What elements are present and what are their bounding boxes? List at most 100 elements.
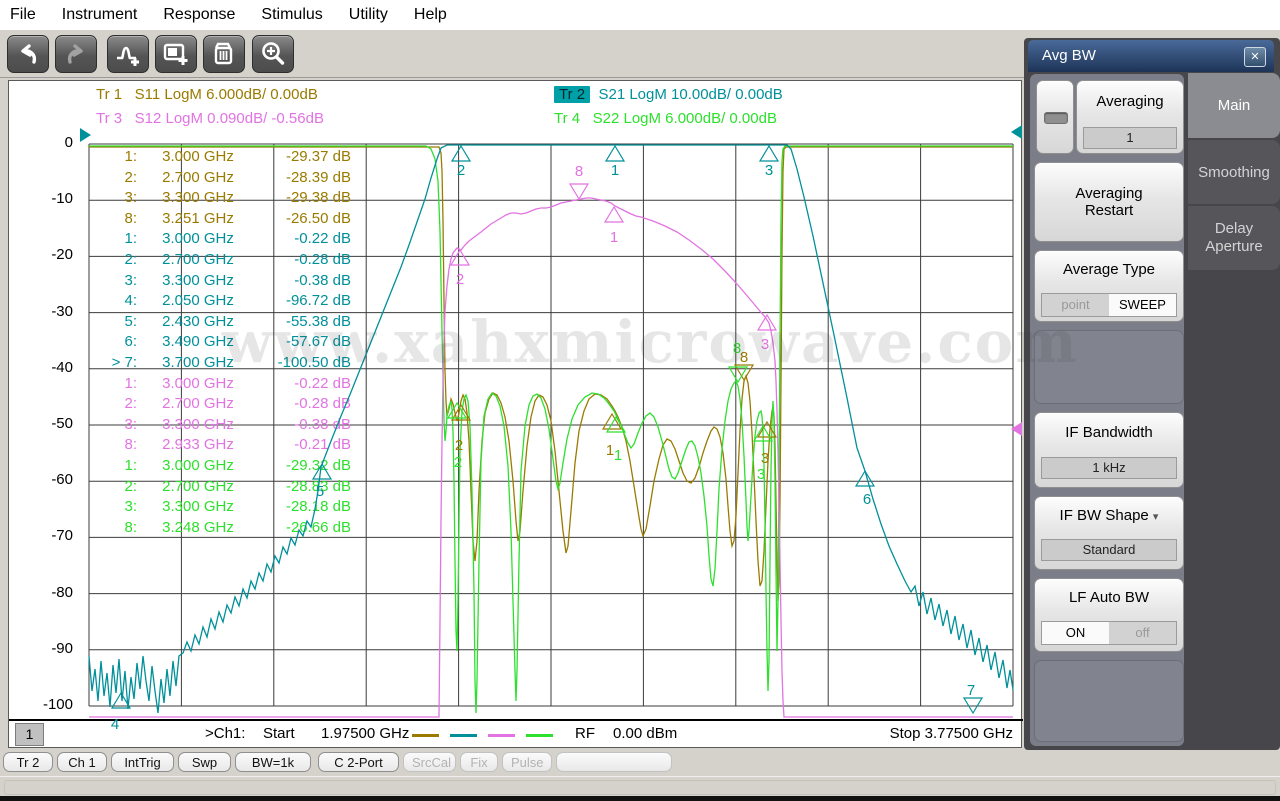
if-bw-shape-label: IF BW Shape	[1059, 507, 1149, 524]
bottom-edge	[0, 796, 1280, 801]
status-srccal[interactable]: SrcCal	[403, 752, 456, 772]
y-tick: -10	[51, 190, 73, 207]
average-type-label: Average Type	[1062, 261, 1155, 278]
tab-main[interactable]: Main	[1188, 73, 1280, 138]
stop-value[interactable]: Stop 3.77500 GHz	[890, 725, 1013, 742]
status-swp[interactable]: Swp	[178, 752, 231, 772]
status-pulse[interactable]: Pulse	[502, 752, 552, 772]
trace3-label: Tr 3	[96, 110, 123, 127]
status-empty	[556, 752, 672, 772]
status-bw[interactable]: BW=1k	[235, 752, 311, 772]
zoom-button[interactable]	[252, 35, 294, 73]
marker-row: 3: 3.300 GHz -0.38 dB	[124, 272, 351, 289]
start-label[interactable]: Start	[263, 725, 295, 742]
marker-row: 8: 2.933 GHz -0.21 dB	[124, 436, 351, 453]
delete-button[interactable]	[203, 35, 245, 73]
y-tick: 0	[64, 134, 73, 151]
disabled-slot	[1034, 330, 1184, 404]
status-inttrig[interactable]: IntTrig	[111, 752, 174, 772]
marker-row: 2: 2.700 GHz -0.28 dB	[124, 251, 351, 268]
undo-button[interactable]	[7, 35, 49, 73]
disabled-slot	[1034, 660, 1184, 742]
marker-row: 3: 3.300 GHz -29.38 dB	[124, 189, 351, 206]
lf-auto-bw-off[interactable]: off	[1109, 622, 1176, 644]
marker-row: 5: 2.430 GHz -55.38 dB	[124, 313, 351, 330]
add-channel-button[interactable]	[155, 35, 197, 73]
channel-status-row: 1 >Ch1: Start 1.97500 GHz RF 0.00 dBm St…	[9, 722, 1021, 748]
status-ch1[interactable]: Ch 1	[57, 752, 107, 772]
averaging-restart-label: Averaging Restart	[1075, 185, 1143, 219]
y-tick: -90	[51, 640, 73, 657]
marker-row: 4: 2.050 GHz -96.72 dB	[124, 292, 351, 309]
lf-auto-bw-segment[interactable]: ON off	[1041, 621, 1177, 645]
marker-row: 1: 3.000 GHz -29.37 dB	[124, 148, 351, 165]
marker-row: 8: 3.251 GHz -26.50 dB	[124, 210, 351, 227]
marker-row: 1: 3.000 GHz -0.22 dB	[124, 375, 351, 392]
status-bar: Tr 2 Ch 1 IntTrig Swp BW=1k C 2-Port Src…	[0, 750, 1280, 776]
trace1-label: Tr 1	[96, 86, 123, 103]
tab-smoothing[interactable]: Smoothing	[1188, 140, 1280, 204]
average-type-segment[interactable]: point SWEEP	[1041, 293, 1177, 317]
trace1-header[interactable]: Tr 1 S11 LogM 6.000dB/ 0.00dB	[96, 86, 318, 103]
averaging-restart-button[interactable]: Averaging Restart	[1034, 162, 1184, 242]
trace4-header[interactable]: Tr 4 S22 LogM 6.000dB/ 0.00dB	[554, 110, 777, 127]
lf-auto-bw-on[interactable]: ON	[1042, 622, 1109, 644]
channel-number-button[interactable]: 1	[15, 723, 44, 746]
averaging-button[interactable]: Averaging 1	[1076, 80, 1184, 154]
status-cal-2port[interactable]: C 2-Port	[318, 752, 399, 772]
marker-row: 6: 3.490 GHz -57.67 dB	[124, 333, 351, 350]
trace3-header[interactable]: Tr 3 S12 LogM 0.090dB/ -0.56dB	[96, 110, 324, 127]
if-bandwidth-value[interactable]: 1 kHz	[1041, 457, 1177, 479]
plot-area: Tr 1 S11 LogM 6.000dB/ 0.00dB Tr 3 S12 L…	[8, 80, 1023, 748]
if-bw-shape-value[interactable]: Standard	[1041, 539, 1177, 561]
menu-response[interactable]: Response	[163, 6, 235, 24]
status-fix[interactable]: Fix	[460, 752, 498, 772]
rf-value[interactable]: 0.00 dBm	[613, 725, 677, 742]
tab-delay-aperture[interactable]: Delay Aperture	[1188, 206, 1280, 270]
average-type-button[interactable]: Average Type point SWEEP	[1034, 250, 1184, 322]
close-icon[interactable]: ✕	[1244, 47, 1266, 67]
trace2-detail: S21 LogM 10.00dB/ 0.00dB	[598, 86, 783, 103]
menu-file[interactable]: File	[10, 6, 36, 24]
trace4-legend-dash	[526, 734, 553, 737]
menu-help[interactable]: Help	[414, 6, 447, 24]
marker-row: 1: 3.000 GHz -0.22 dB	[124, 230, 351, 247]
trace1-legend-dash	[412, 734, 439, 737]
trace4-label: Tr 4	[554, 110, 581, 127]
averaging-label: Averaging	[1096, 93, 1164, 110]
channel-label: >Ch1:	[205, 725, 246, 742]
averaging-toggle-button[interactable]	[1036, 80, 1074, 154]
trace2-legend-dash	[450, 734, 477, 737]
menu-utility[interactable]: Utility	[349, 6, 388, 24]
status-tr2[interactable]: Tr 2	[3, 752, 53, 772]
marker-row: 2: 2.700 GHz -0.28 dB	[124, 395, 351, 412]
redo-button[interactable]	[55, 35, 97, 73]
trace2-header[interactable]: Tr 2 S21 LogM 10.00dB/ 0.00dB	[554, 86, 783, 103]
chevron-down-icon: ▾	[1152, 511, 1159, 523]
marker-row: 3: 3.300 GHz -0.38 dB	[124, 416, 351, 433]
panel-title-bar[interactable]: Avg BW ✕	[1028, 40, 1274, 72]
averaging-value[interactable]: 1	[1083, 127, 1177, 149]
avg-bw-panel: Avg BW ✕ Averaging 1 Averaging Restart A…	[1024, 38, 1280, 750]
trace1-detail: S11 LogM 6.000dB/ 0.00dB	[134, 86, 318, 103]
marker-row: 2: 2.700 GHz -28.83 dB	[124, 478, 351, 495]
marker-row-active: > 7: 3.700 GHz -100.50 dB	[111, 354, 351, 371]
lf-auto-bw-button[interactable]: LF Auto BW ON off	[1034, 578, 1184, 652]
start-value[interactable]: 1.97500 GHz	[321, 725, 409, 742]
marker-row: 2: 2.700 GHz -28.39 dB	[124, 169, 351, 186]
marker-row: 8: 3.248 GHz -26.66 dB	[124, 519, 351, 536]
toggle-indicator-icon	[1044, 112, 1068, 124]
add-trace-button[interactable]	[107, 35, 149, 73]
trace4-detail: S22 LogM 6.000dB/ 0.00dB	[592, 110, 777, 127]
bottom-strip	[0, 776, 1280, 797]
trace3-legend-dash	[488, 734, 515, 737]
average-type-point[interactable]: point	[1042, 294, 1109, 316]
rf-label: RF	[575, 725, 595, 742]
menu-instrument[interactable]: Instrument	[62, 6, 138, 24]
y-tick: -80	[51, 584, 73, 601]
menu-stimulus[interactable]: Stimulus	[261, 6, 322, 24]
average-type-sweep[interactable]: SWEEP	[1109, 294, 1176, 316]
if-bw-shape-button[interactable]: IF BW Shape ▾ Standard	[1034, 496, 1184, 570]
if-bandwidth-button[interactable]: IF Bandwidth 1 kHz	[1034, 412, 1184, 488]
trace2-label: Tr 2	[554, 86, 591, 103]
